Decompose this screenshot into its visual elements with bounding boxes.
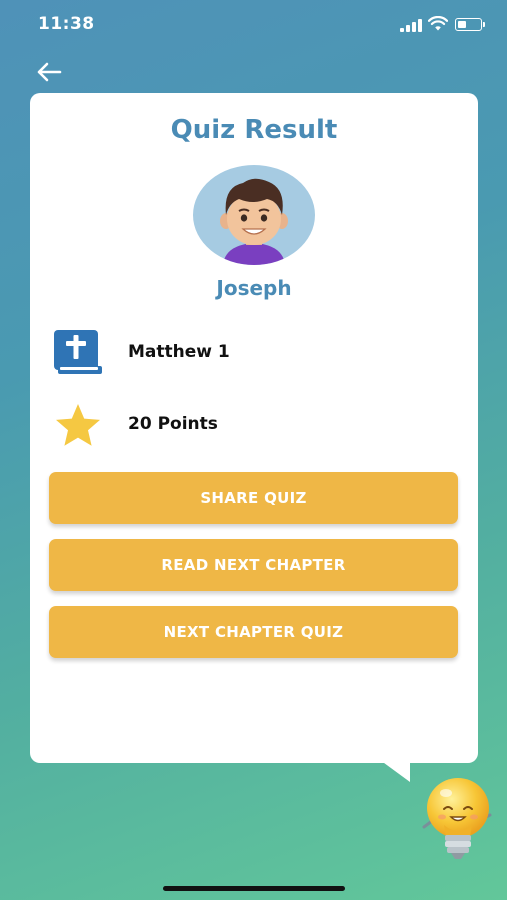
- points-row: 20 Points: [50, 398, 450, 450]
- read-next-chapter-button[interactable]: READ NEXT CHAPTER: [49, 539, 458, 591]
- wifi-icon: [428, 16, 448, 31]
- user-name: Joseph: [216, 276, 292, 300]
- signal-icon: [400, 18, 422, 32]
- home-indicator[interactable]: [163, 886, 345, 891]
- share-quiz-button[interactable]: SHARE QUIZ: [49, 472, 458, 524]
- next-chapter-quiz-button[interactable]: NEXT CHAPTER QUIZ: [49, 606, 458, 658]
- page-title: Quiz Result: [170, 115, 338, 145]
- chapter-label: Matthew 1: [128, 342, 230, 362]
- quiz-result-card: Quiz Result Joseph Matthew 1 20 Points S…: [30, 93, 478, 763]
- status-bar: 11:38: [0, 0, 507, 50]
- points-label: 20 Points: [128, 414, 218, 434]
- star-icon: [56, 404, 100, 446]
- battery-icon: [455, 18, 485, 31]
- back-button[interactable]: [34, 58, 64, 86]
- bible-icon: [54, 330, 102, 374]
- arrow-left-icon: [37, 62, 62, 82]
- status-time: 11:38: [38, 14, 95, 34]
- lightbulb-mascot-icon: [422, 778, 492, 859]
- chapter-row: Matthew 1: [50, 326, 450, 378]
- avatar: [193, 165, 315, 265]
- speech-bubble-tail: [380, 760, 410, 782]
